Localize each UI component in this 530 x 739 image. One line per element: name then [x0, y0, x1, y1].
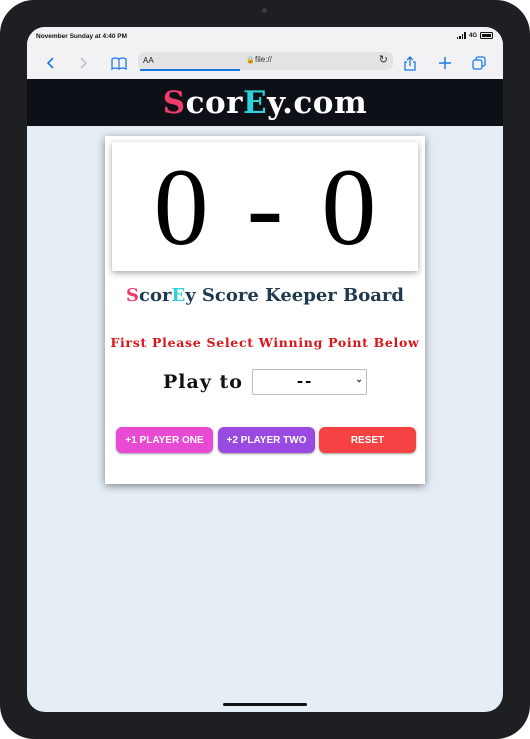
logo-letter-e: E [243, 84, 268, 121]
signal-icon [456, 32, 466, 39]
player-two-score: 0 [321, 145, 377, 268]
logo-text-cor: cor [185, 84, 244, 121]
new-tab-icon[interactable] [435, 53, 455, 73]
player-one-button[interactable]: +1 PLAYER ONE [116, 427, 213, 453]
status-bar: November Sunday at 4:40 PM 4G [27, 27, 503, 49]
board-title: ScorEy Score Keeper Board [105, 285, 425, 306]
address-bar-underline [140, 69, 240, 71]
title-text-cor: cor [139, 285, 172, 306]
instruction-text: First Please Select Winning Point Below [110, 335, 420, 350]
logo-letter-s: S [162, 84, 186, 121]
tablet-frame: November Sunday at 4:40 PM 4G AA 🔒 file:… [0, 0, 530, 739]
share-icon[interactable] [400, 53, 420, 73]
score-display: 0 - 0 [112, 142, 418, 271]
lock-icon: 🔒 [246, 57, 255, 64]
browser-toolbar: AA 🔒 file:// ↻ [27, 49, 503, 80]
text-size-button[interactable]: AA [143, 56, 154, 65]
chevron-down-icon: ⌄ [355, 375, 363, 385]
score-card: 0 - 0 ScorEy Score Keeper Board First Pl… [105, 136, 425, 484]
status-time: November Sunday at 4:40 PM [36, 33, 128, 40]
site-header: ScorEy.com [27, 79, 503, 126]
tabs-overview-icon[interactable] [469, 53, 489, 73]
play-to-label: Play to [163, 371, 243, 393]
title-text-rest: y Score Keeper Board [185, 285, 404, 306]
site-logo[interactable]: ScorEy.com [163, 85, 368, 121]
winning-point-value: -- [296, 372, 314, 390]
back-icon[interactable] [41, 53, 61, 73]
score-separator: - [246, 145, 284, 268]
logo-text-rest: y.com [267, 84, 368, 121]
battery-icon [480, 32, 493, 39]
url-text[interactable]: file:// [255, 55, 272, 64]
reload-icon[interactable]: ↻ [379, 53, 388, 66]
bookmarks-icon[interactable] [109, 53, 129, 73]
network-type: 4G [468, 32, 477, 39]
title-letter-s: S [126, 285, 139, 306]
player-one-score: 0 [153, 145, 209, 268]
status-indicators: 4G [456, 32, 493, 39]
forward-icon[interactable] [73, 53, 93, 73]
reset-button[interactable]: RESET [319, 427, 416, 453]
front-camera [262, 8, 267, 13]
winning-point-select[interactable]: -- ⌄ [251, 369, 367, 395]
address-bar[interactable]: AA 🔒 file:// ↻ [138, 52, 393, 71]
player-two-button[interactable]: +2 PLAYER TWO [218, 427, 315, 453]
screen: November Sunday at 4:40 PM 4G AA 🔒 file:… [27, 27, 503, 712]
title-letter-e: E [171, 285, 186, 306]
play-to-row: Play to -- ⌄ [163, 369, 367, 395]
home-indicator[interactable] [223, 703, 307, 706]
